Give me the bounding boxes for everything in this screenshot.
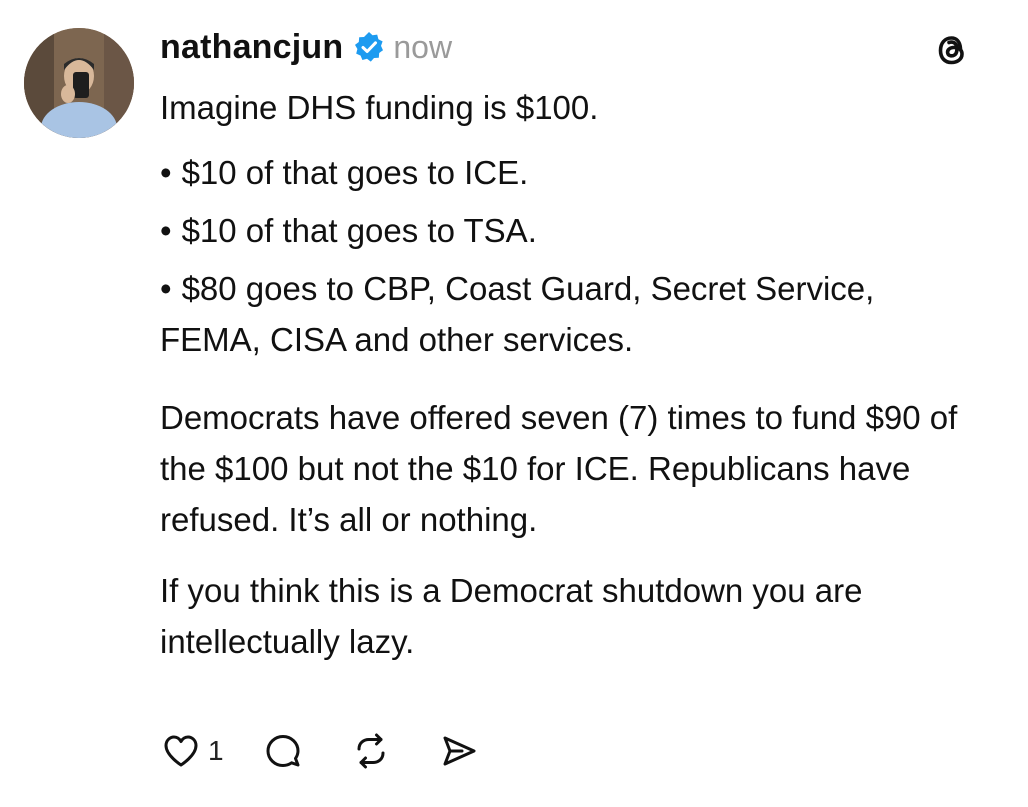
repost-icon	[357, 733, 385, 769]
repost-button[interactable]	[350, 730, 392, 772]
avatar[interactable]	[24, 28, 134, 138]
reply-button[interactable]	[262, 730, 304, 772]
bullet-text: $10 of that goes to TSA.	[181, 212, 537, 249]
post-paragraph: If you think this is a Democrat shutdown…	[160, 572, 863, 660]
bullet-item: • $10 of that goes to TSA.	[160, 205, 980, 256]
post-intro: Imagine DHS funding is $100.	[160, 89, 599, 126]
username[interactable]: nathancjun	[160, 28, 343, 67]
timestamp: now	[393, 28, 453, 65]
verified-badge-icon	[353, 31, 385, 63]
bullet-marker: •	[160, 212, 172, 249]
post-actions: 1	[160, 726, 480, 776]
bullet-text: $10 of that goes to ICE.	[181, 154, 529, 191]
post-body: Imagine DHS funding is $100. • $10 of tha…	[160, 82, 980, 667]
threads-post: nathancjun now Imagine DHS funding is $1…	[0, 0, 1028, 807]
like-button[interactable]: 1	[160, 730, 224, 772]
bullet-marker: •	[160, 270, 172, 307]
bullet-item: • $10 of that goes to ICE.	[160, 147, 980, 198]
post-paragraph: Democrats have offered seven (7) times t…	[160, 399, 958, 538]
share-button[interactable]	[438, 730, 480, 772]
post-header: nathancjun now	[160, 22, 452, 72]
comment-icon	[266, 735, 300, 767]
bullet-text: $80 goes to CBP, Coast Guard, Secret Ser…	[160, 270, 875, 358]
bullet-item: • $80 goes to CBP, Coast Guard, Secret Se…	[160, 263, 980, 365]
share-icon	[443, 736, 476, 766]
like-count: 1	[208, 735, 224, 766]
heart-icon	[164, 735, 198, 767]
bullet-marker: •	[160, 154, 172, 191]
threads-icon[interactable]	[932, 30, 972, 70]
avatar-photo	[24, 28, 134, 138]
